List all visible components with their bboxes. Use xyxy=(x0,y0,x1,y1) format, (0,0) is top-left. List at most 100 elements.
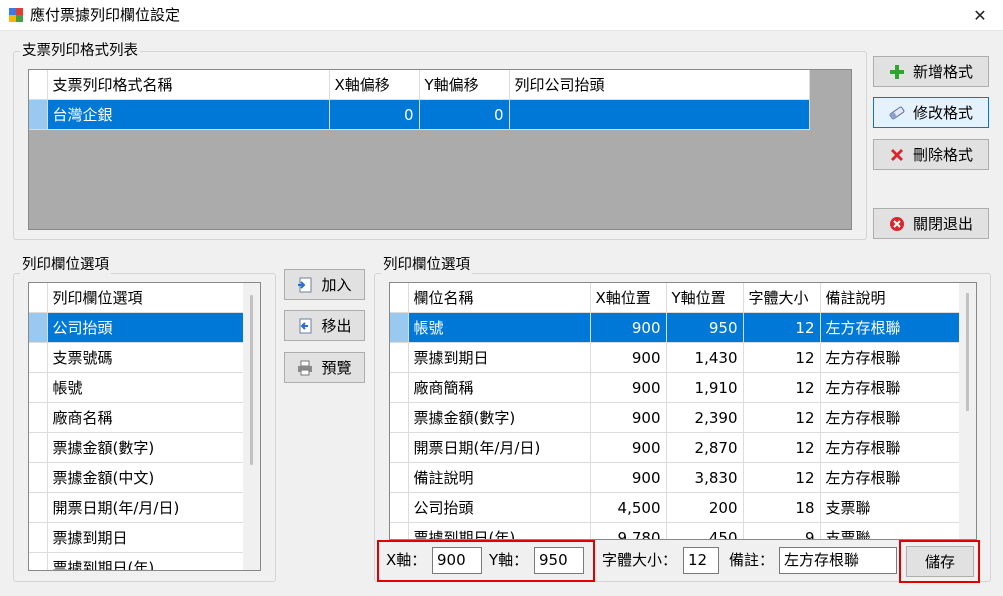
format-list-grid[interactable]: 支票列印格式名稱 X軸偏移 Y軸偏移 列印公司抬頭 台灣企銀 0 0 xyxy=(28,69,852,230)
delete-format-button[interactable]: 刪除格式 xyxy=(873,139,989,170)
y-position-cell[interactable]: 950 xyxy=(666,312,744,343)
field-name-cell[interactable]: 公司抬頭 xyxy=(408,492,591,523)
y-position-cell[interactable]: 1,430 xyxy=(666,342,744,373)
note-cell[interactable]: 左方存根聯 xyxy=(820,372,960,403)
row-header[interactable] xyxy=(29,312,48,343)
font-size-cell[interactable]: 12 xyxy=(743,372,821,403)
row-header[interactable] xyxy=(390,342,409,373)
column-header[interactable]: Y軸位置 xyxy=(666,283,744,313)
row-header[interactable] xyxy=(390,492,409,523)
x-position-cell[interactable]: 900 xyxy=(590,372,667,403)
font-size-cell[interactable]: 12 xyxy=(743,462,821,493)
format-name-cell[interactable]: 台灣企銀 xyxy=(47,99,330,130)
field-option[interactable]: 開票日期(年/月/日) xyxy=(47,492,244,523)
field-option[interactable]: 支票號碼 xyxy=(47,342,244,373)
field-name-cell[interactable]: 票據金額(數字) xyxy=(408,402,591,433)
close-window-button[interactable]: ✕ xyxy=(957,0,1003,30)
y-position-cell[interactable]: 1,910 xyxy=(666,372,744,403)
column-header[interactable]: Y軸偏移 xyxy=(419,70,510,100)
list-item[interactable]: 票據金額(中文) xyxy=(29,462,244,493)
font-size-cell[interactable]: 9 xyxy=(743,522,821,539)
table-row[interactable]: 台灣企銀 0 0 xyxy=(29,99,810,130)
field-option[interactable]: 票據金額(中文) xyxy=(47,462,244,493)
list-item[interactable]: 廠商名稱 xyxy=(29,402,244,433)
y-position-cell[interactable]: 3,830 xyxy=(666,462,744,493)
field-option[interactable]: 票據金額(數字) xyxy=(47,432,244,463)
font-size-cell[interactable]: 12 xyxy=(743,342,821,373)
x-position-cell[interactable]: 900 xyxy=(590,312,667,343)
y-position-cell[interactable]: 2,390 xyxy=(666,402,744,433)
field-option[interactable]: 公司抬頭 xyxy=(47,312,244,343)
note-cell[interactable]: 左方存根聯 xyxy=(820,432,960,463)
field-name-cell[interactable]: 廠商簡稱 xyxy=(408,372,591,403)
field-option[interactable]: 廠商名稱 xyxy=(47,402,244,433)
selected-fields-grid[interactable]: 欄位名稱 X軸位置 Y軸位置 字體大小 備註說明 帳號 900 950 12 左… xyxy=(389,282,977,540)
row-header[interactable] xyxy=(390,402,409,433)
x-position-cell[interactable]: 9,780 xyxy=(590,522,667,539)
field-name-cell[interactable]: 備註說明 xyxy=(408,462,591,493)
row-header[interactable] xyxy=(390,372,409,403)
note-cell[interactable]: 左方存根聯 xyxy=(820,312,960,343)
preview-button[interactable]: 預覽 xyxy=(284,352,365,383)
list-item[interactable]: 帳號 xyxy=(29,372,244,403)
list-item[interactable]: 公司抬頭 xyxy=(29,312,244,343)
field-name-cell[interactable]: 開票日期(年/月/日) xyxy=(408,432,591,463)
row-header[interactable] xyxy=(29,372,48,403)
list-item[interactable]: 票據金額(數字) xyxy=(29,432,244,463)
column-header[interactable]: X軸位置 xyxy=(590,283,667,313)
x-offset-cell[interactable]: 0 xyxy=(329,99,420,130)
row-header[interactable] xyxy=(29,552,48,570)
list-item[interactable]: 票據到期日 xyxy=(29,522,244,553)
table-row[interactable]: 廠商簡稱 900 1,910 12 左方存根聯 xyxy=(390,372,960,403)
column-header[interactable]: 列印欄位選項 xyxy=(47,283,244,313)
table-row[interactable]: 票據到期日(年) 9,780 450 9 支票聯 xyxy=(390,522,960,539)
x-position-cell[interactable]: 900 xyxy=(590,402,667,433)
table-row[interactable]: 票據金額(數字) 900 2,390 12 左方存根聯 xyxy=(390,402,960,433)
scrollbar-thumb[interactable] xyxy=(250,295,253,465)
row-header[interactable] xyxy=(390,462,409,493)
font-size-cell[interactable]: 12 xyxy=(743,312,821,343)
list-item[interactable]: 支票號碼 xyxy=(29,342,244,373)
note-cell[interactable]: 左方存根聯 xyxy=(820,402,960,433)
save-button[interactable]: 儲存 xyxy=(906,546,974,577)
add-format-button[interactable]: 新增格式 xyxy=(873,56,989,87)
row-header[interactable] xyxy=(390,312,409,343)
field-option[interactable]: 帳號 xyxy=(47,372,244,403)
available-fields-grid[interactable]: 列印欄位選項 公司抬頭 支票號碼 帳號 廠商名稱 票據金額(數字) 票據金額(中… xyxy=(28,282,261,571)
list-item[interactable]: 開票日期(年/月/日) xyxy=(29,492,244,523)
row-header[interactable] xyxy=(29,402,48,433)
field-name-cell[interactable]: 帳號 xyxy=(408,312,591,343)
scrollbar-thumb[interactable] xyxy=(966,293,969,411)
font-size-cell[interactable]: 12 xyxy=(743,432,821,463)
note-cell[interactable]: 支票聯 xyxy=(820,492,960,523)
table-row[interactable]: 票據到期日 900 1,430 12 左方存根聯 xyxy=(390,342,960,373)
table-row[interactable]: 開票日期(年/月/日) 900 2,870 12 左方存根聯 xyxy=(390,432,960,463)
y-position-cell[interactable]: 450 xyxy=(666,522,744,539)
column-header[interactable]: 列印公司抬頭 xyxy=(509,70,810,100)
column-header[interactable]: 字體大小 xyxy=(743,283,821,313)
font-size-input[interactable]: 12 xyxy=(683,547,719,574)
row-header[interactable] xyxy=(29,462,48,493)
vertical-scrollbar[interactable] xyxy=(959,283,976,539)
note-cell[interactable]: 左方存根聯 xyxy=(820,462,960,493)
font-size-cell[interactable]: 18 xyxy=(743,492,821,523)
column-header[interactable]: 備註說明 xyxy=(820,283,960,313)
table-row[interactable]: 帳號 900 950 12 左方存根聯 xyxy=(390,312,960,343)
font-size-cell[interactable]: 12 xyxy=(743,402,821,433)
vertical-scrollbar[interactable] xyxy=(243,283,260,570)
y-offset-cell[interactable]: 0 xyxy=(419,99,510,130)
row-header[interactable] xyxy=(390,432,409,463)
table-row[interactable]: 公司抬頭 4,500 200 18 支票聯 xyxy=(390,492,960,523)
row-header[interactable] xyxy=(29,342,48,373)
column-header[interactable]: 支票列印格式名稱 xyxy=(47,70,330,100)
row-header[interactable] xyxy=(29,432,48,463)
x-position-cell[interactable]: 900 xyxy=(590,462,667,493)
field-name-cell[interactable]: 票據到期日(年) xyxy=(408,522,591,539)
print-header-cell[interactable] xyxy=(509,99,810,130)
close-exit-button[interactable]: 關閉退出 xyxy=(873,208,989,239)
field-option[interactable]: 票據到期日(年) xyxy=(47,552,244,570)
x-position-cell[interactable]: 900 xyxy=(590,432,667,463)
column-header[interactable]: X軸偏移 xyxy=(329,70,420,100)
y-position-cell[interactable]: 200 xyxy=(666,492,744,523)
column-header[interactable]: 欄位名稱 xyxy=(408,283,591,313)
